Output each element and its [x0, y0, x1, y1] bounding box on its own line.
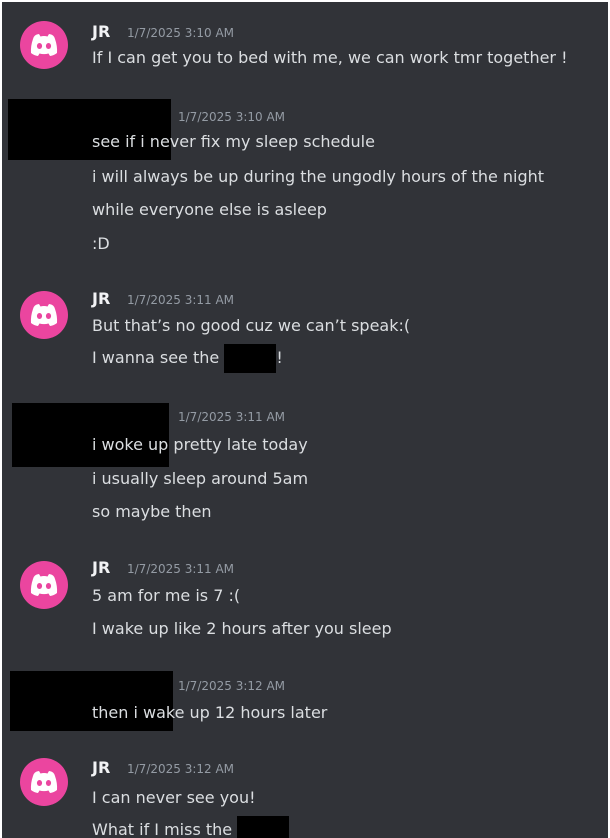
username[interactable]: JR — [92, 22, 110, 42]
message-text: ! — [276, 348, 283, 367]
message-text: I wanna see the — [92, 348, 225, 367]
discord-logo-icon — [30, 304, 58, 326]
timestamp: 1/7/2025 3:10 AM — [127, 26, 235, 40]
discord-logo-icon — [30, 34, 58, 56]
message-line: I wanna see the ! — [92, 343, 283, 373]
username[interactable]: JR — [92, 289, 110, 309]
avatar[interactable] — [20, 758, 68, 806]
message-line: I wake up like 2 hours after you sleep — [92, 619, 392, 638]
message-line: :D — [92, 234, 110, 253]
redacted-text — [224, 344, 277, 373]
message-line: What if I miss the — [92, 815, 290, 838]
chat-message-list: JR 1/7/2025 3:10 AM If I can get you to … — [2, 2, 608, 838]
discord-logo-icon — [30, 771, 58, 793]
message-line: so maybe then — [92, 502, 212, 521]
message-line: If I can get you to bed with me, we can … — [92, 48, 568, 67]
message-line: while everyone else is asleep — [92, 200, 327, 219]
message-text: What if I miss the — [92, 820, 238, 838]
message-line: i will always be up during the ungodly h… — [92, 167, 545, 186]
username[interactable]: JR — [92, 558, 110, 578]
message-line: But that’s no good cuz we can’t speak:( — [92, 316, 411, 335]
timestamp: 1/7/2025 3:11 AM — [178, 410, 286, 424]
message-line: 5 am for me is 7 :( — [92, 586, 241, 605]
timestamp: 1/7/2025 3:11 AM — [127, 293, 235, 307]
timestamp: 1/7/2025 3:11 AM — [127, 562, 235, 576]
timestamp: 1/7/2025 3:12 AM — [178, 679, 286, 693]
avatar[interactable] — [20, 561, 68, 609]
message-line: see if i never fix my sleep schedule — [92, 132, 375, 151]
timestamp: 1/7/2025 3:12 AM — [127, 762, 235, 776]
message-line: I can never see you! — [92, 788, 256, 807]
message-line: i usually sleep around 5am — [92, 469, 309, 488]
avatar[interactable] — [20, 21, 68, 69]
message-line: then i wake up 12 hours later — [92, 703, 328, 722]
message-line: i woke up pretty late today — [92, 435, 308, 454]
timestamp: 1/7/2025 3:10 AM — [178, 110, 286, 124]
avatar[interactable] — [20, 291, 68, 339]
redacted-text — [237, 816, 290, 838]
username[interactable]: JR — [92, 758, 110, 778]
discord-logo-icon — [30, 574, 58, 596]
